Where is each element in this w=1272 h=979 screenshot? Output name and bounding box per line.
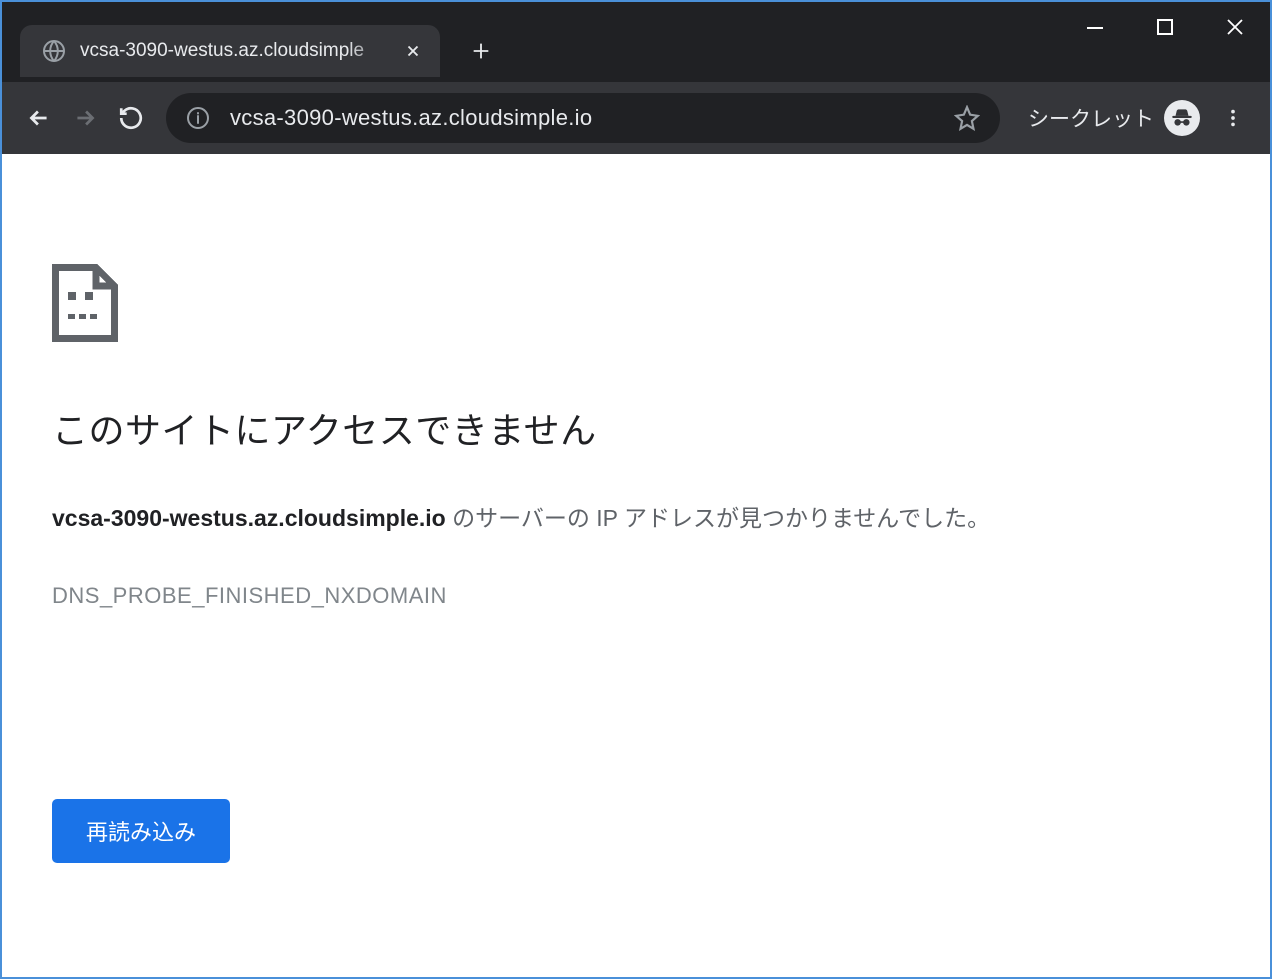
window-titlebar: vcsa-3090-westus.az.cloudsimple bbox=[2, 2, 1270, 82]
browser-tab[interactable]: vcsa-3090-westus.az.cloudsimple bbox=[20, 25, 440, 77]
reload-page-button[interactable]: 再読み込み bbox=[52, 799, 230, 863]
sad-file-icon bbox=[52, 264, 118, 342]
address-bar[interactable]: vcsa-3090-westus.az.cloudsimple.io bbox=[166, 93, 1000, 143]
maximize-button[interactable] bbox=[1130, 2, 1200, 52]
error-desc-suffix: のサーバーの IP アドレスが見つかりませんでした。 bbox=[446, 505, 990, 531]
error-host: vcsa-3090-westus.az.cloudsimple.io bbox=[52, 505, 446, 531]
incognito-icon[interactable] bbox=[1164, 100, 1200, 136]
close-tab-icon[interactable] bbox=[402, 40, 424, 62]
menu-button[interactable] bbox=[1210, 95, 1256, 141]
url-text: vcsa-3090-westus.az.cloudsimple.io bbox=[230, 105, 954, 131]
new-tab-button[interactable] bbox=[460, 30, 502, 72]
globe-icon bbox=[42, 39, 66, 63]
window-controls bbox=[1060, 2, 1270, 52]
incognito-label: シークレット bbox=[1028, 103, 1154, 133]
forward-button[interactable] bbox=[62, 95, 108, 141]
tab-strip: vcsa-3090-westus.az.cloudsimple bbox=[2, 2, 502, 82]
back-button[interactable] bbox=[16, 95, 62, 141]
error-code: DNS_PROBE_FINISHED_NXDOMAIN bbox=[52, 583, 1220, 609]
error-page-content: このサイトにアクセスできません vcsa-3090-westus.az.clou… bbox=[2, 154, 1270, 913]
info-icon[interactable] bbox=[186, 106, 210, 130]
bookmark-star-icon[interactable] bbox=[954, 105, 980, 131]
browser-toolbar: vcsa-3090-westus.az.cloudsimple.io シークレッ… bbox=[2, 82, 1270, 154]
close-window-button[interactable] bbox=[1200, 2, 1270, 52]
error-title: このサイトにアクセスできません bbox=[52, 402, 1220, 454]
tab-title: vcsa-3090-westus.az.cloudsimple bbox=[80, 40, 394, 62]
reload-button[interactable] bbox=[108, 95, 154, 141]
error-description: vcsa-3090-westus.az.cloudsimple.io のサーバー… bbox=[52, 499, 1220, 533]
minimize-button[interactable] bbox=[1060, 2, 1130, 52]
